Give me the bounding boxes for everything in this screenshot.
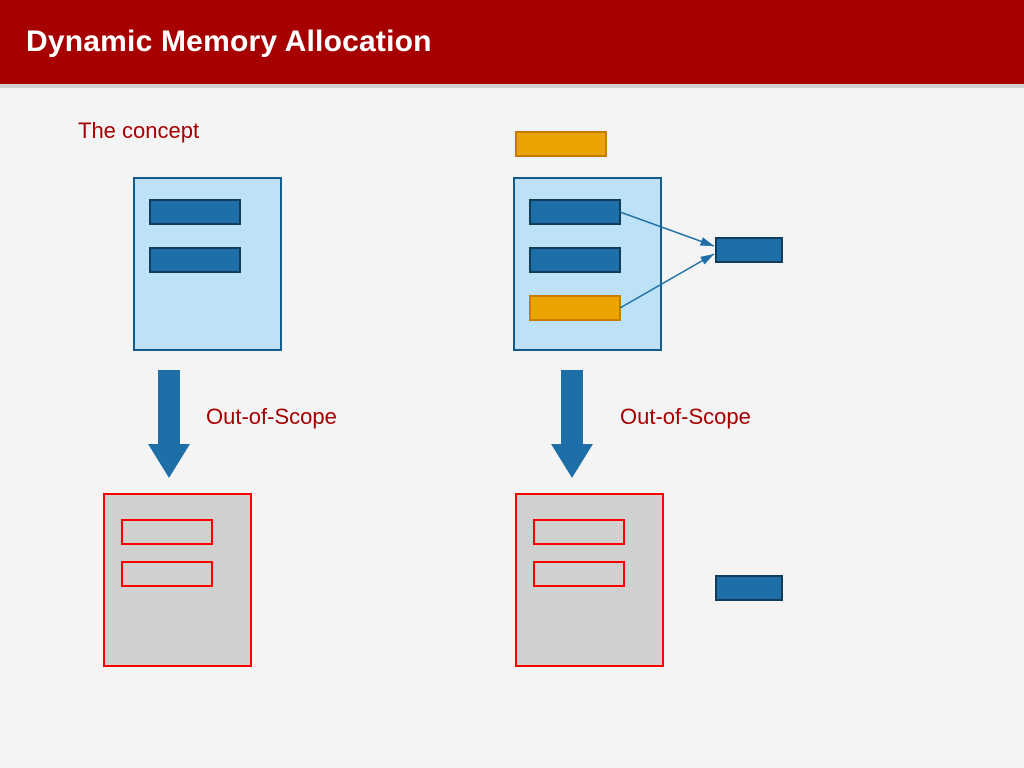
right-local-var-1 [530, 200, 620, 224]
left-local-var-1 [150, 200, 240, 224]
right-scope-box [514, 178, 661, 350]
slide-header: Dynamic Memory Allocation [0, 0, 1024, 88]
right-heap-block [716, 238, 782, 262]
right-out-of-scope-box [516, 494, 663, 666]
slide-title: Dynamic Memory Allocation [26, 25, 432, 59]
left-down-arrow-icon [148, 370, 190, 478]
label-out-of-scope-right: Out-of-Scope [620, 404, 751, 430]
right-surviving-heap-block [716, 576, 782, 600]
slide-subheading: The concept [78, 118, 199, 144]
right-down-arrow-icon [551, 370, 593, 478]
pointer-arrow-2-icon [620, 254, 714, 308]
diagram-canvas [0, 0, 1024, 768]
left-dead-var-1 [122, 520, 212, 544]
left-dead-var-2 [122, 562, 212, 586]
label-out-of-scope-left: Out-of-Scope [206, 404, 337, 430]
right-detached-pointer [516, 132, 606, 156]
left-local-var-2 [150, 248, 240, 272]
right-dead-var-2 [534, 562, 624, 586]
right-local-var-2 [530, 248, 620, 272]
right-pointer-var [530, 296, 620, 320]
left-out-of-scope-box [104, 494, 251, 666]
left-scope-box [134, 178, 281, 350]
right-dead-var-1 [534, 520, 624, 544]
pointer-arrow-1-icon [620, 212, 714, 246]
